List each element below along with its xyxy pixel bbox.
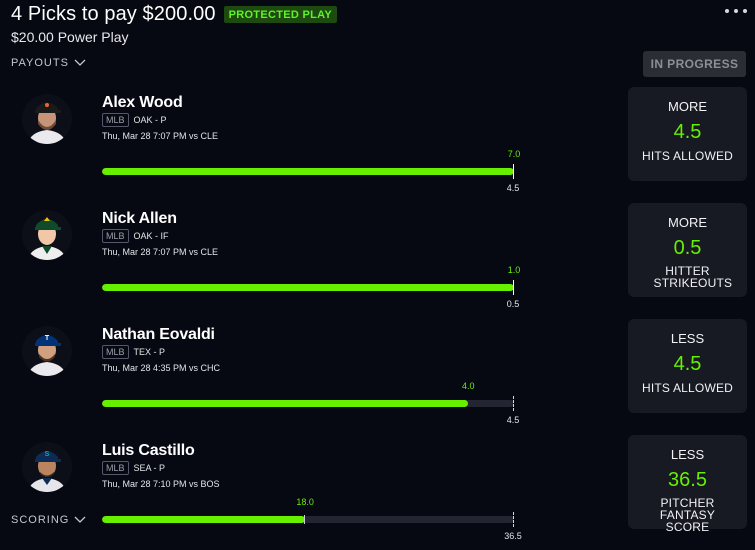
team-position: TEX - P	[133, 347, 166, 357]
stat-type: HITS ALLOWED	[641, 381, 734, 395]
entry-title: 4 Picks to pay $200.00	[11, 3, 216, 25]
player-meta: MLB TEX - P	[102, 345, 165, 359]
progress-fill	[102, 284, 514, 291]
current-value-label: 1.0	[507, 265, 521, 275]
pick-line: 36.5	[668, 469, 707, 491]
pick-row: Nick Allen MLB OAK - IF Thu, Mar 28 7:07…	[0, 203, 755, 326]
player-name: Alex Wood	[102, 94, 183, 111]
svg-text:S: S	[45, 451, 50, 458]
team-position: OAK - P	[133, 115, 167, 125]
pick-row: S Luis Castillo MLB SEA - P Thu, Mar 28 …	[0, 435, 755, 550]
more-options-button[interactable]	[725, 9, 747, 13]
pick-direction: MORE	[668, 215, 707, 230]
game-time: Thu, Mar 28 7:10 PM vs BOS	[102, 479, 220, 489]
pick-line: 4.5	[673, 353, 702, 375]
player-name: Nick Allen	[102, 210, 177, 227]
player-name: Nathan Eovaldi	[102, 326, 215, 343]
chevron-down-icon	[74, 516, 86, 523]
pick-line: 0.5	[673, 237, 702, 259]
line-value-label: 36.5	[504, 531, 522, 541]
projection-card: LESS 4.5 HITS ALLOWED	[628, 319, 747, 413]
player-name: Luis Castillo	[102, 442, 195, 459]
player-avatar: T	[22, 326, 72, 376]
league-tag: MLB	[102, 345, 129, 359]
league-tag: MLB	[102, 461, 129, 475]
entry-subtitle: $20.00 Power Play	[11, 29, 129, 45]
projection-card: MORE 0.5 HITTER STRIKEOUTS	[628, 203, 747, 297]
pick-direction: LESS	[670, 331, 705, 346]
projection-card: MORE 4.5 HITS ALLOWED	[628, 87, 747, 181]
game-time: Thu, Mar 28 7:07 PM vs CLE	[102, 131, 219, 141]
progress-marker	[513, 280, 514, 295]
progress-marker	[304, 515, 306, 524]
line-value-label: 0.5	[506, 299, 520, 309]
progress-fill	[102, 400, 469, 407]
line-value-label: 4.5	[506, 415, 520, 425]
progress-marker	[513, 164, 514, 179]
stat-type: PITCHER FANTASY SCORE	[659, 496, 716, 534]
pick-line: 4.5	[673, 121, 702, 143]
header-title-row: 4 Picks to pay $200.00 PROTECTED PLAY	[11, 3, 337, 26]
stat-type: HITTER STRIKEOUTS	[653, 264, 733, 290]
chevron-down-icon	[74, 59, 86, 66]
player-avatar: S	[22, 442, 72, 492]
league-tag: MLB	[102, 113, 129, 127]
dot-icon	[734, 9, 738, 13]
protected-play-badge: PROTECTED PLAY	[223, 6, 337, 23]
team-position: OAK - IF	[133, 231, 169, 241]
game-time: Thu, Mar 28 7:07 PM vs CLE	[102, 247, 219, 257]
line-marker	[513, 396, 514, 411]
scoring-label: SCORING	[11, 514, 70, 526]
scoring-toggle[interactable]: SCORING	[11, 514, 86, 526]
dot-icon	[743, 9, 747, 13]
current-value-label: 4.0	[462, 381, 475, 391]
dot-icon	[725, 9, 729, 13]
player-avatar	[22, 210, 72, 260]
current-value-label: 7.0	[507, 149, 521, 159]
stat-type: HITS ALLOWED	[641, 149, 734, 163]
line-marker	[513, 512, 514, 527]
current-value-label: 18.0	[296, 497, 314, 507]
progress-track	[102, 400, 514, 407]
progress-fill	[102, 516, 306, 523]
pick-direction: MORE	[668, 99, 707, 114]
player-meta: MLB OAK - IF	[102, 229, 169, 243]
status-badge: IN PROGRESS	[643, 51, 746, 77]
player-meta: MLB OAK - P	[102, 113, 167, 127]
player-meta: MLB SEA - P	[102, 461, 165, 475]
pick-row: T Nathan Eovaldi MLB TEX - P Thu, Mar 28…	[0, 319, 755, 442]
svg-text:T: T	[45, 335, 50, 342]
progress-track	[102, 168, 514, 175]
progress-track	[102, 516, 514, 523]
player-avatar	[22, 94, 72, 144]
projection-card: LESS 36.5 PITCHER FANTASY SCORE	[628, 435, 747, 533]
game-time: Thu, Mar 28 4:35 PM vs CHC	[102, 363, 221, 373]
pick-row: Alex Wood MLB OAK - P Thu, Mar 28 7:07 P…	[0, 87, 755, 210]
progress-track	[102, 284, 514, 291]
team-position: SEA - P	[133, 463, 166, 473]
pick-direction: LESS	[670, 447, 705, 462]
progress-fill	[102, 168, 514, 175]
payouts-label: PAYOUTS	[11, 57, 69, 69]
payouts-toggle[interactable]: PAYOUTS	[11, 57, 86, 69]
line-value-label: 4.5	[506, 183, 520, 193]
league-tag: MLB	[102, 229, 129, 243]
